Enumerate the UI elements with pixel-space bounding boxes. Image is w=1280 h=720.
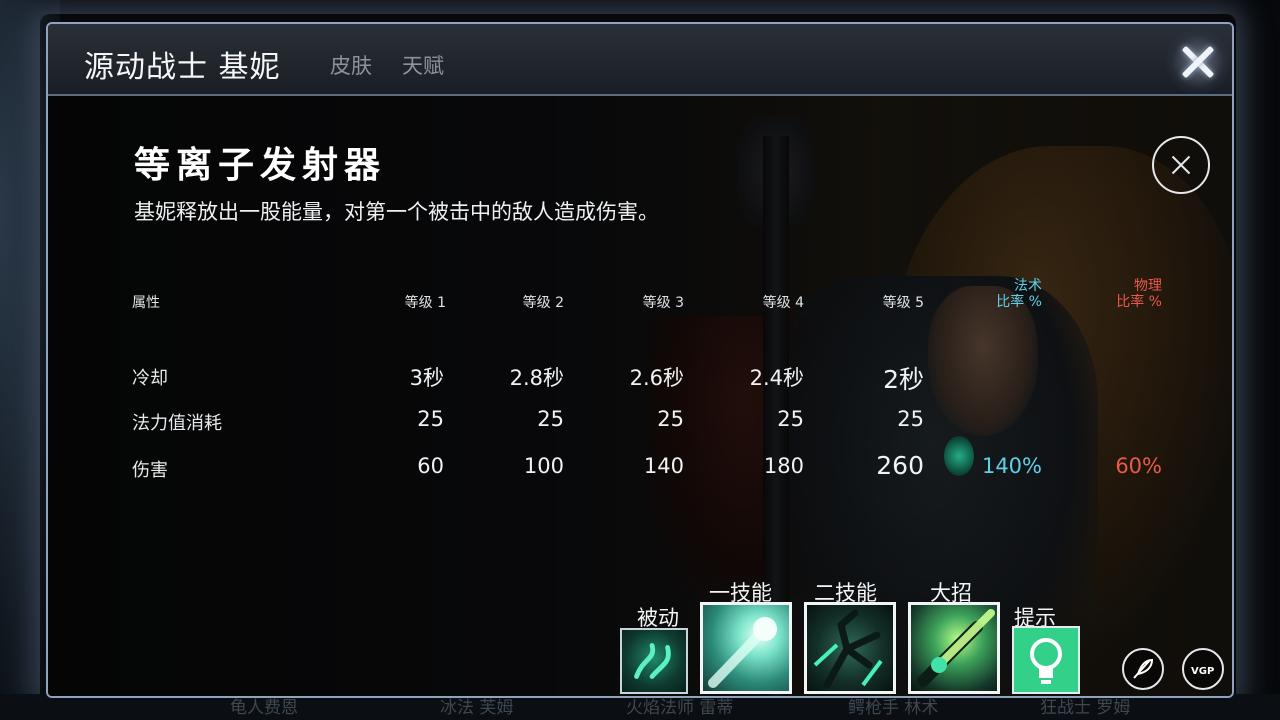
mana-value: 25 — [417, 407, 444, 431]
level-header: 等级 3 — [642, 295, 684, 311]
level-header: 等级 2 — [522, 295, 564, 311]
mana-value: 25 — [777, 407, 804, 431]
magic-ratio-header: 法术 比率 % — [982, 278, 1042, 310]
row-label-cooldown: 冷却 — [132, 368, 168, 389]
magic-ratio-value: 140% — [981, 454, 1042, 478]
skill1-icon[interactable] — [700, 602, 792, 694]
skill2-icon[interactable] — [804, 602, 896, 694]
cooldown-value: 2秒 — [883, 365, 924, 394]
cooldown-value: 2.8秒 — [509, 366, 564, 390]
feather-icon[interactable] — [1122, 648, 1164, 690]
passive-skill-icon[interactable] — [620, 628, 688, 694]
magic-ratio-line1: 法术 — [1014, 278, 1042, 294]
hero-title: 源动战士 基妮 — [84, 50, 281, 85]
tab-skin[interactable]: 皮肤 — [330, 50, 372, 80]
level-header: 等级 4 — [762, 295, 804, 311]
vgp-icon[interactable]: VGP — [1182, 648, 1224, 690]
damage-value: 140 — [643, 454, 684, 478]
skill-description: 基妮释放出一股能量，对第一个被击中的敌人造成伤害。 — [134, 200, 659, 224]
close-icon[interactable] — [1174, 38, 1222, 86]
level-header: 等级 1 — [404, 295, 446, 311]
cooldown-value: 2.4秒 — [749, 366, 804, 390]
damage-value: 60 — [417, 454, 444, 478]
skill-name: 等离子发射器 — [134, 144, 387, 186]
phys-ratio-line1: 物理 — [1134, 278, 1162, 294]
mana-value: 25 — [537, 407, 564, 431]
row-label-mana: 法力值消耗 — [132, 413, 222, 434]
magic-ratio-line2: 比率 % — [996, 294, 1042, 310]
ultimate-icon[interactable] — [908, 602, 1000, 694]
svg-text:VGP: VGP — [1191, 666, 1214, 677]
damage-value: 260 — [876, 451, 924, 480]
damage-value: 180 — [763, 454, 804, 478]
phys-ratio-value: 60% — [1115, 454, 1162, 478]
skill-detail-body: 等离子发射器 基妮释放出一股能量，对第一个被击中的敌人造成伤害。 属性 等级 1… — [48, 96, 1232, 696]
mana-value: 25 — [657, 407, 684, 431]
panel-header: 源动战士 基妮 皮肤 天赋 — [48, 24, 1232, 96]
close-detail-icon[interactable] — [1152, 136, 1210, 194]
cooldown-value: 3秒 — [409, 366, 444, 390]
damage-value: 100 — [523, 454, 564, 478]
lightbulb-icon[interactable] — [1012, 626, 1080, 694]
level-header: 等级 5 — [882, 295, 924, 311]
row-label-damage: 伤害 — [132, 460, 168, 481]
phys-ratio-line2: 比率 % — [1116, 294, 1162, 310]
mana-value: 25 — [897, 407, 924, 431]
tab-talent[interactable]: 天赋 — [402, 50, 444, 80]
attr-header: 属性 — [132, 295, 160, 311]
cooldown-value: 2.6秒 — [629, 366, 684, 390]
hero-skill-panel: 源动战士 基妮 皮肤 天赋 等离子发射器 基妮释放出一股能量，对第一个被击中的敌… — [46, 22, 1234, 698]
phys-ratio-header: 物理 比率 % — [1102, 278, 1162, 310]
